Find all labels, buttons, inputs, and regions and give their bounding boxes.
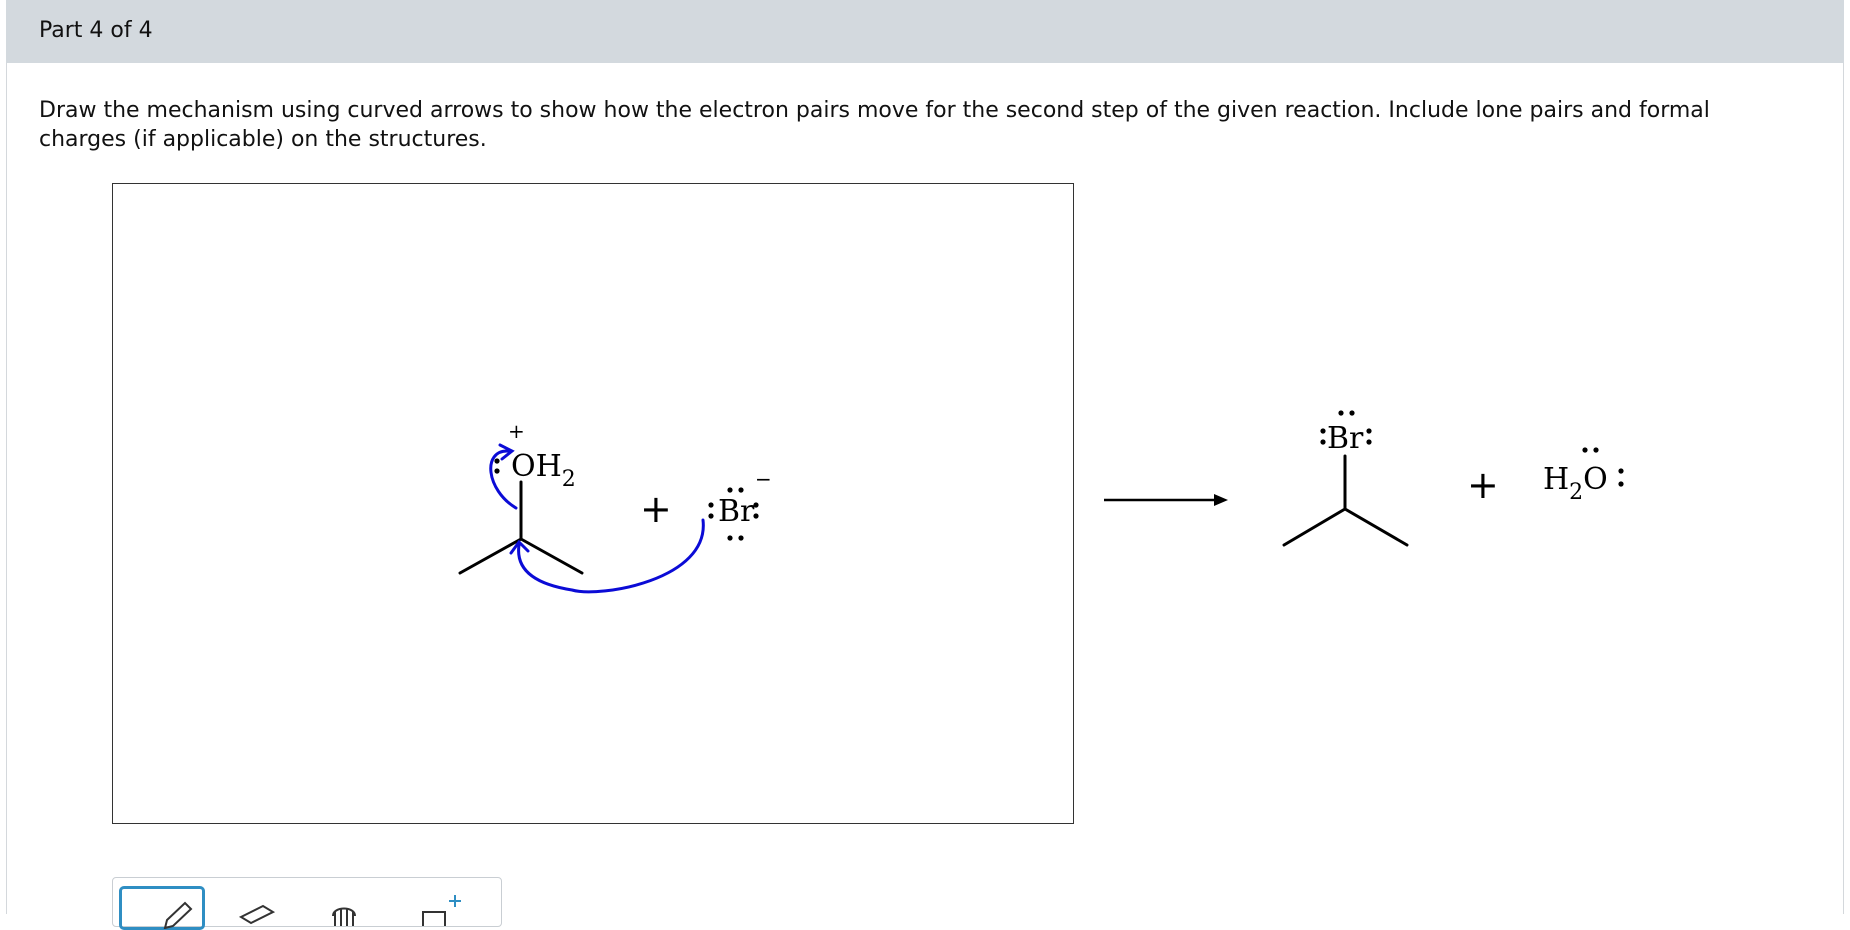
pencil-icon bbox=[163, 901, 193, 929]
question-instructions: Draw the mechanism using curved arrows t… bbox=[39, 98, 1710, 152]
bromide-reactant-label[interactable]: Br bbox=[718, 494, 755, 529]
part-header: Part 4 of 4 bbox=[6, 0, 1844, 63]
hand-tool-button[interactable] bbox=[303, 886, 389, 930]
drawing-toolbar bbox=[112, 877, 502, 930]
drawing-canvas[interactable] bbox=[112, 183, 1074, 824]
part-label: Part 4 of 4 bbox=[39, 18, 153, 43]
eraser-tool-button[interactable] bbox=[211, 886, 297, 930]
pencil-tool-button[interactable] bbox=[119, 886, 205, 930]
hand-icon bbox=[332, 907, 356, 926]
add-charge-tool-button[interactable] bbox=[395, 886, 481, 930]
eraser-icon bbox=[238, 904, 276, 925]
add-charge-icon bbox=[422, 895, 461, 926]
